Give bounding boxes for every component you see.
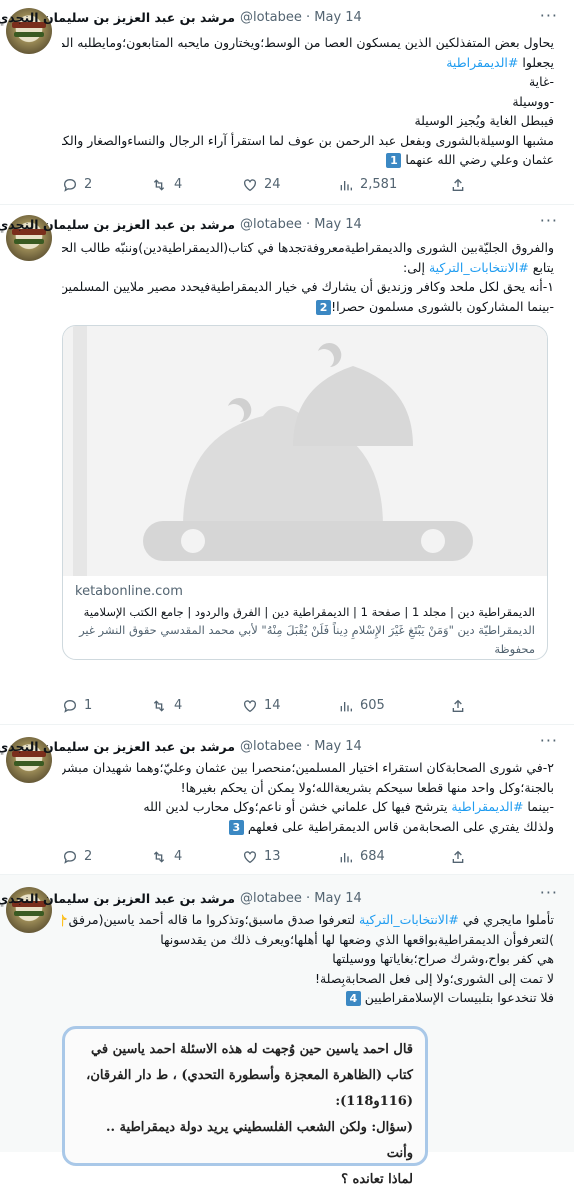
retweet-button[interactable]: 4 — [150, 175, 182, 195]
link-card-domain: ketabonline.com — [75, 584, 183, 599]
tweet-text: والفروق الجليّةبين الشورى والديمقراطيةمع… — [62, 238, 554, 316]
hashtag-link[interactable]: #الديمقراطية — [451, 799, 523, 814]
views-button[interactable]: 2,581 — [338, 175, 397, 195]
image-text-line: (116و118): — [335, 1094, 413, 1109]
retweet-icon — [153, 850, 165, 863]
tweet-text: يحاول بعض المتفذلكين الذين يمسكون العصا … — [62, 33, 554, 170]
views-button[interactable]: 684 — [338, 847, 385, 867]
author-name[interactable]: مرشد بن عبد العزيز بن سليمان النجدي — [0, 739, 235, 754]
author-handle-date[interactable]: @lotabee · May 14 — [240, 891, 362, 906]
tweet-line: فيبطل الغاية ويُجيز الوسيلة — [414, 113, 554, 128]
heart-icon — [244, 178, 256, 191]
tweet-header: مرشد بن عبد العزيز بن سليمان النجدي @lot… — [0, 891, 556, 909]
reply-icon — [63, 178, 77, 192]
number-badge: 4 — [345, 991, 361, 1006]
tweet-line: ٢-في شورى الصحابةكان استقراء اختيار المس… — [62, 760, 554, 775]
link-card-image — [63, 326, 547, 576]
tweet-header: مرشد بن عبد العزيز بن سليمان النجدي @lot… — [0, 739, 556, 757]
author-name[interactable]: مرشد بن عبد العزيز بن سليمان النجدي — [0, 217, 235, 232]
number-badge: 3 — [228, 819, 244, 835]
share-icon — [452, 850, 464, 863]
more-icon[interactable]: ··· — [540, 211, 558, 230]
tweet-3[interactable]: مرشد بن عبد العزيز بن سليمان النجدي @lot… — [0, 725, 574, 875]
tweet-line: -غاية — [528, 74, 554, 89]
attached-image[interactable]: قال احمد ياسين حين وُجهت له هذه الاسئلة … — [62, 1026, 428, 1187]
share-icon — [452, 178, 464, 191]
tweet-header: مرشد بن عبد العزيز بن سليمان النجدي @lot… — [0, 10, 556, 28]
image-text-line: كتاب (الظاهرة المعجزة وأسطورة التحدي) ، … — [86, 1068, 413, 1083]
author-handle-date[interactable]: @lotabee · May 14 — [240, 217, 362, 232]
tweet-actions: 2 4 24 2,581 — [62, 175, 482, 195]
link-card-description: الديمقراطيّة دين "وَمَنْ يَبْتَغِ غَيْرَ… — [79, 623, 535, 656]
share-button[interactable] — [450, 696, 472, 716]
number-badge: 2 — [316, 299, 332, 315]
link-card-title: الديمقراطية دين | مجلد 1 | صفحة 1 | الدي… — [83, 605, 535, 619]
tweet-line: فلا تنخدعوا بتلبيسات الإسلامقراطيين 4 — [62, 988, 554, 1008]
more-icon[interactable]: ··· — [540, 731, 558, 750]
retweet-icon — [153, 178, 165, 191]
pointing-down-emoji: 👇 — [62, 912, 69, 927]
more-icon[interactable]: ··· — [540, 6, 558, 25]
tweet-actions: 2 4 13 684 — [62, 847, 482, 867]
like-button[interactable]: 13 — [242, 847, 281, 867]
views-icon — [340, 180, 352, 190]
tweet-1[interactable]: مرشد بن عبد العزيز بن سليمان النجدي @lot… — [0, 0, 574, 205]
author-name[interactable]: مرشد بن عبد العزيز بن سليمان النجدي — [0, 891, 235, 906]
reply-icon — [63, 850, 77, 864]
author-handle-date[interactable]: @lotabee · May 14 — [240, 10, 362, 25]
number-badge: 1 — [386, 153, 402, 168]
like-button[interactable]: 14 — [242, 696, 281, 716]
hashtag-link[interactable]: #الديمقراطية — [446, 55, 518, 70]
tweet-line: لا تمت إلى الشورى؛ولا إلى فعل الصحابةبِص… — [314, 970, 554, 986]
tweet-line: -بينما #الديمقراطية يترشح فيها كل علماني… — [143, 799, 554, 814]
hashtag-link[interactable]: #الانتخابات_التركية — [359, 912, 459, 927]
image-text-line: لماذا تعانده ؟ — [341, 1172, 413, 1187]
image-text-line: قال احمد ياسين حين وُجهت له هذه الاسئلة … — [91, 1042, 413, 1057]
tweet-line: يجعلوا #الديمقراطية — [446, 54, 554, 70]
hashtag-link[interactable]: #الانتخابات_التركية — [429, 260, 529, 275]
tweet-header: مرشد بن عبد العزيز بن سليمان النجدي @lot… — [0, 217, 556, 235]
reply-button[interactable]: 1 — [62, 696, 92, 716]
share-icon — [452, 699, 464, 712]
share-button[interactable] — [450, 847, 472, 867]
tweet-line: والفروق الجليّةبين الشورى والديمقراطيةمع… — [62, 240, 554, 255]
tweet-actions: 1 4 14 605 — [62, 696, 482, 716]
tweet-line: يحاول بعض المتفذلكين الذين يمسكون العصا … — [62, 35, 554, 50]
views-icon — [340, 852, 352, 862]
reply-button[interactable]: 2 — [62, 175, 92, 195]
share-button[interactable] — [450, 175, 472, 195]
more-icon[interactable]: ··· — [540, 883, 558, 902]
tweet-line: ١-أنه يحق لكل ملحد وكافر وزنديق أن يشارك… — [62, 279, 554, 294]
heart-icon — [244, 850, 256, 863]
reply-button[interactable]: 2 — [62, 847, 92, 867]
retweet-icon — [153, 699, 165, 712]
author-name[interactable]: مرشد بن عبد العزيز بن سليمان النجدي — [0, 10, 235, 25]
tweet-text: ٢-في شورى الصحابةكان استقراء اختيار المس… — [62, 758, 554, 836]
mosque-placeholder-icon — [63, 326, 547, 576]
image-text-line: (سؤال: ولكن الشعب الفلسطيني يريد دولة دي… — [105, 1120, 413, 1161]
tweet-line: ولذلك يفتري على الصحابةمن قاس الديمقراطي… — [62, 817, 554, 837]
tweet-line: يتابع #الانتخابات_التركية إلى: — [403, 259, 554, 275]
tweet-line: -ووسيلة — [512, 93, 554, 109]
tweet-line: بالجنة؛وكل واحد منها قطعا سيحكم بشريعةال… — [180, 779, 554, 795]
tweet-line: -بينما المشاركون بالشورى مسلمون حصرا!2 — [62, 297, 554, 317]
tweet-line: مشبها الوسيلةبالشورى وبفعل عبد الرحمن بن… — [62, 132, 554, 148]
reply-icon — [63, 699, 77, 713]
views-icon — [340, 701, 352, 711]
heart-icon — [244, 699, 256, 712]
tweet-line: )لتعرفوأن الديمقراطيةبواقعها الذي وضعها … — [160, 931, 554, 947]
retweet-button[interactable]: 4 — [150, 847, 182, 867]
tweet-line: عثمان وعلي رضي الله عنهما 1 — [62, 150, 554, 170]
link-card[interactable]: ketabonline.com الديمقراطية دين | مجلد 1… — [62, 325, 548, 660]
author-handle-date[interactable]: @lotabee · May 14 — [240, 739, 362, 754]
tweet-2[interactable]: مرشد بن عبد العزيز بن سليمان النجدي @lot… — [0, 205, 574, 725]
tweet-line: تأملوا مايجري في #الانتخابات_التركية لتع… — [62, 910, 554, 930]
tweet-line: هي كفر بواح،وشرك صراح؛بغاياتها ووسيلتها — [332, 951, 554, 966]
tweet-text: تأملوا مايجري في #الانتخابات_التركية لتع… — [62, 910, 554, 1008]
retweet-button[interactable]: 4 — [150, 696, 182, 716]
like-button[interactable]: 24 — [242, 175, 281, 195]
views-button[interactable]: 605 — [338, 696, 385, 716]
